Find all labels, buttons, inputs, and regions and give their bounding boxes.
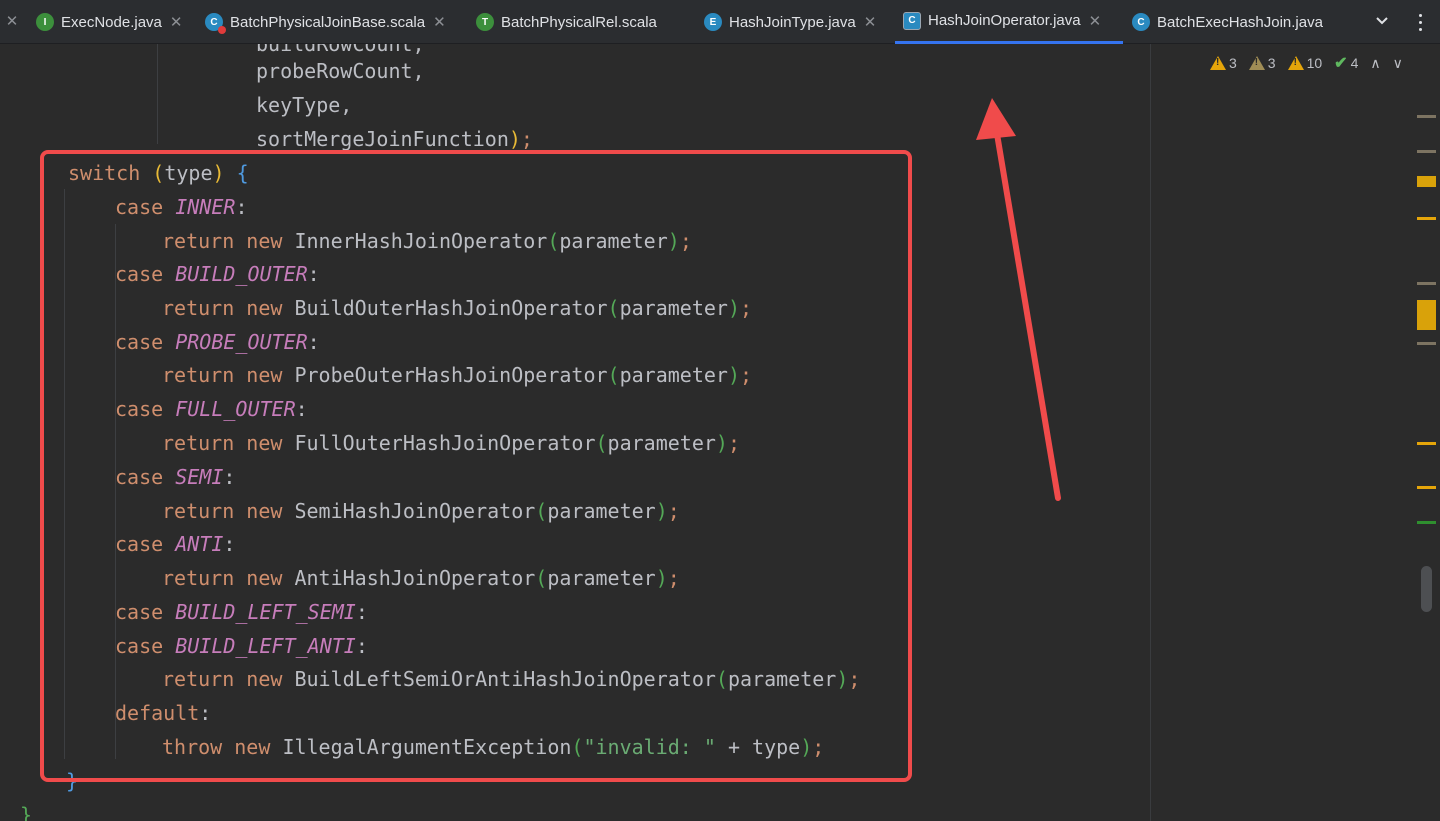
trait-icon: T <box>476 13 494 31</box>
class-error-icon: C <box>205 13 226 34</box>
weak-warning-icon <box>1248 56 1265 70</box>
tab-hashjointype[interactable]: E HashJoinType.java ✕ <box>704 0 876 44</box>
tab-label: ExecNode.java <box>61 13 162 31</box>
warning-icon <box>1210 56 1226 70</box>
annotation-arrow-icon <box>976 98 1061 501</box>
interface-icon: I <box>36 13 54 31</box>
tab-label: BatchExecHashJoin.java <box>1157 13 1323 31</box>
typos-count[interactable]: 10 <box>1287 55 1322 71</box>
icon-letter: C <box>210 16 218 28</box>
error-stripe-mark[interactable] <box>1417 217 1436 220</box>
ok-count[interactable]: ✔ 4 <box>1334 53 1358 73</box>
error-stripe-mark[interactable] <box>1417 150 1436 153</box>
close-icon[interactable]: ✕ <box>170 13 183 31</box>
highlight-rectangle <box>40 150 912 782</box>
code-line-close-brace: } <box>20 803 33 821</box>
tab-label: HashJoinOperator.java <box>928 12 1081 29</box>
typo-icon <box>1287 56 1304 70</box>
tab-label: HashJoinType.java <box>729 13 856 31</box>
tab-label: BatchPhysicalJoinBase.scala <box>230 13 426 31</box>
error-stripe-mark[interactable] <box>1417 115 1436 118</box>
inspection-widget[interactable]: 3 3 10 ✔4 ∧ ∨ <box>1210 52 1403 74</box>
code-line: keyType, <box>256 93 353 117</box>
warnings-count[interactable]: 3 <box>1210 55 1237 71</box>
close-icon[interactable]: ✕ <box>1089 12 1102 30</box>
previous-highlight-icon[interactable]: ∧ <box>1370 55 1380 72</box>
abstract-class-icon: C <box>903 11 921 30</box>
check-icon: ✔ <box>1334 55 1348 72</box>
editor-tab-bar: ✕ I ExecNode.java ✕ C BatchPhysicalJoinB… <box>0 0 1440 44</box>
close-icon[interactable]: ✕ <box>4 12 20 32</box>
weak-warnings-count[interactable]: 3 <box>1248 55 1276 71</box>
indent-guide <box>157 44 158 144</box>
tab-batchexechashjoin[interactable]: C BatchExecHashJoin.java <box>1132 0 1323 44</box>
next-highlight-icon[interactable]: ∨ <box>1393 55 1403 72</box>
tab-batchphysicaljoinbase[interactable]: C BatchPhysicalJoinBase.scala ✕ <box>205 0 446 44</box>
tab-label: BatchPhysicalRel.scala <box>501 13 657 31</box>
scrollbar-thumb[interactable] <box>1421 566 1432 612</box>
error-stripe-mark[interactable] <box>1417 282 1436 285</box>
chevron-down-icon[interactable] <box>1372 12 1392 32</box>
enum-icon: E <box>704 13 722 31</box>
class-icon: C <box>1132 13 1150 31</box>
error-stripe-mark[interactable] <box>1417 176 1436 187</box>
error-stripe-mark[interactable] <box>1417 521 1436 524</box>
code-line: probeRowCount, <box>256 59 425 83</box>
tab-hashjoinoperator[interactable]: C HashJoinOperator.java ✕ <box>895 0 1123 44</box>
more-vertical-icon[interactable] <box>1410 12 1430 32</box>
error-stripe-mark[interactable] <box>1417 342 1436 345</box>
error-stripe-mark[interactable] <box>1417 486 1436 489</box>
error-stripe-mark[interactable] <box>1417 300 1436 330</box>
close-icon[interactable]: ✕ <box>433 13 446 31</box>
editor-right-gutter <box>1150 44 1440 821</box>
close-icon[interactable]: ✕ <box>864 13 877 31</box>
tab-execnode[interactable]: I ExecNode.java ✕ <box>36 0 182 44</box>
error-stripe-mark[interactable] <box>1417 442 1436 445</box>
tab-batchphysicalrel[interactable]: T BatchPhysicalRel.scala <box>476 0 657 44</box>
